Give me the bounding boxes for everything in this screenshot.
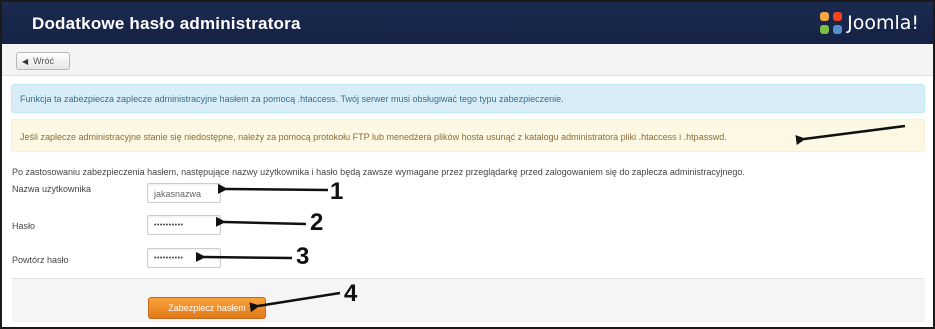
back-button-label: Wróć [33, 56, 54, 66]
annotation-number-1: 1 [330, 178, 344, 205]
username-input[interactable]: jakasnazwa [147, 183, 221, 203]
header-bar: Dodatkowe hasło administratora Joomla! [2, 2, 933, 44]
page-title: Dodatkowe hasło administratora [32, 14, 301, 33]
toolbar: ◀ Wróć [2, 44, 933, 76]
protect-with-password-button[interactable]: Zabezpiecz hasłem [148, 297, 266, 319]
logo-text: Joomla! [847, 12, 919, 34]
info-alert: Funkcja ta zabezpiecza zaplecze administ… [11, 84, 925, 113]
annotation-number-3: 3 [296, 243, 310, 270]
repeat-password-input[interactable]: •••••••••• [147, 248, 221, 268]
joomla-logo: Joomla! [820, 9, 919, 37]
warning-alert: Jeśli zaplecze administracyjne stanie si… [11, 119, 925, 152]
repeat-password-label: Powtórz hasło [12, 255, 69, 265]
arrow-left-icon: ◀ [22, 56, 29, 66]
form-intro-text: Po zastosowaniu zabezpieczenia hasłem, n… [12, 167, 745, 177]
form-actions: Zabezpiecz hasłem [12, 278, 925, 322]
annotation-number-4: 4 [344, 280, 358, 307]
password-label: Hasło [12, 221, 36, 231]
username-label: Nazwa użytkownika [12, 184, 92, 194]
password-input[interactable]: •••••••••• [147, 215, 221, 235]
joomla-mark-icon [820, 12, 843, 34]
annotation-number-2: 2 [310, 209, 324, 236]
back-button[interactable]: ◀ Wróć [16, 52, 70, 70]
